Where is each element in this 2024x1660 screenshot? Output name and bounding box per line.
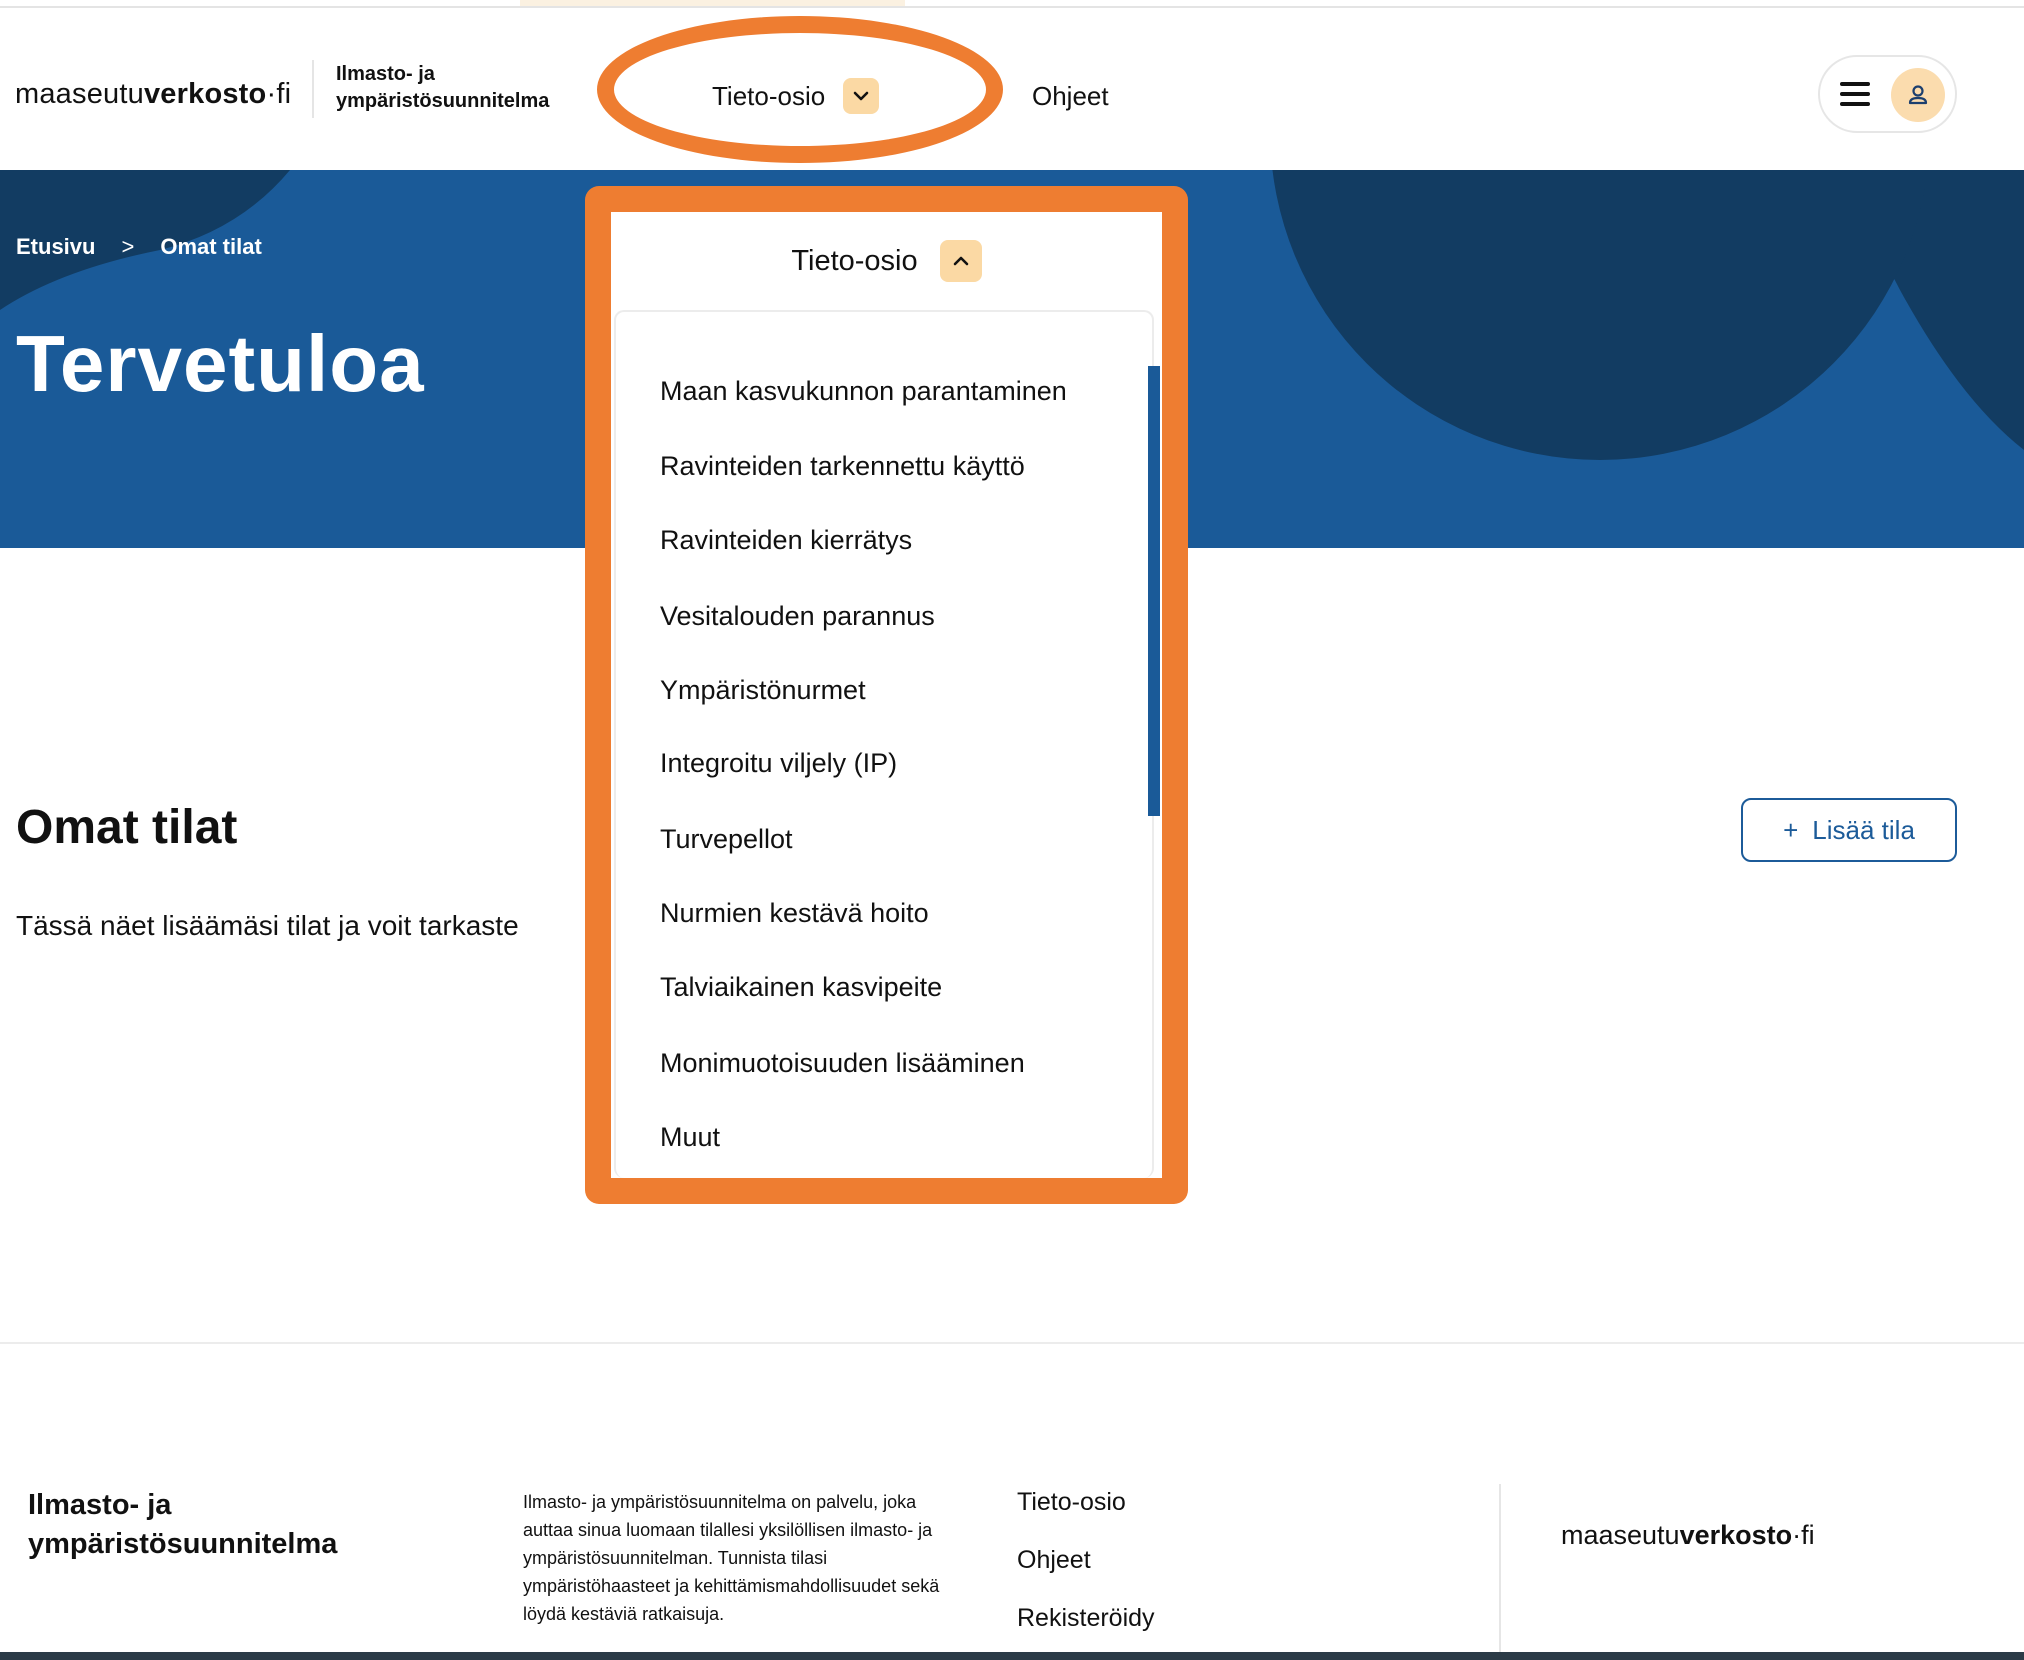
footer-link-ohjeet[interactable]: Ohjeet	[1017, 1546, 1155, 1604]
footer-link-tieto-osio[interactable]: Tieto-osio	[1017, 1488, 1155, 1546]
site-header: maaseutuverkosto·fi Ilmasto- ja ympärist…	[0, 8, 2024, 170]
section-title: Omat tilat	[16, 801, 238, 854]
hamburger-menu-icon[interactable]	[1840, 82, 1870, 106]
section-description: Tässä näet lisäämäsi tilat ja voit tarka…	[16, 910, 519, 941]
maaseutuverkosto-logo[interactable]: maaseutuverkosto·fi	[15, 78, 291, 111]
logo-divider	[312, 60, 314, 118]
breadcrumb-separator: >	[121, 234, 135, 259]
footer-title: Ilmasto- ja ympäristösuunnitelma	[28, 1489, 338, 1560]
add-farm-button[interactable]: + Lisää tila	[1741, 798, 1957, 862]
page-title: Tervetuloa	[16, 319, 425, 408]
footer-logo[interactable]: maaseutuverkosto·fi	[1561, 1520, 1815, 1551]
user-icon[interactable]	[1891, 68, 1945, 122]
breadcrumb-current: Omat tilat	[160, 234, 262, 259]
footer-description: Ilmasto- ja ympäristösuunnitelma on palv…	[523, 1492, 940, 1624]
add-farm-button-label: Lisää tila	[1812, 814, 1915, 845]
footer-links: Tieto-osio Ohjeet Rekisteröidy	[1017, 1488, 1155, 1660]
bottom-bar	[0, 1652, 2024, 1660]
footer-divider	[0, 1342, 2024, 1344]
breadcrumb: Etusivu > Omat tilat	[16, 234, 262, 260]
plus-icon: +	[1783, 814, 1799, 845]
highlight-rectangle	[585, 186, 1188, 1204]
breadcrumb-home[interactable]: Etusivu	[16, 234, 95, 260]
nav-ohjeet[interactable]: Ohjeet	[1032, 81, 1109, 112]
service-name[interactable]: Ilmasto- ja ympäristösuunnitelma	[336, 61, 596, 115]
footer-vertical-divider	[1499, 1484, 1501, 1660]
highlight-ellipse	[597, 16, 1003, 163]
